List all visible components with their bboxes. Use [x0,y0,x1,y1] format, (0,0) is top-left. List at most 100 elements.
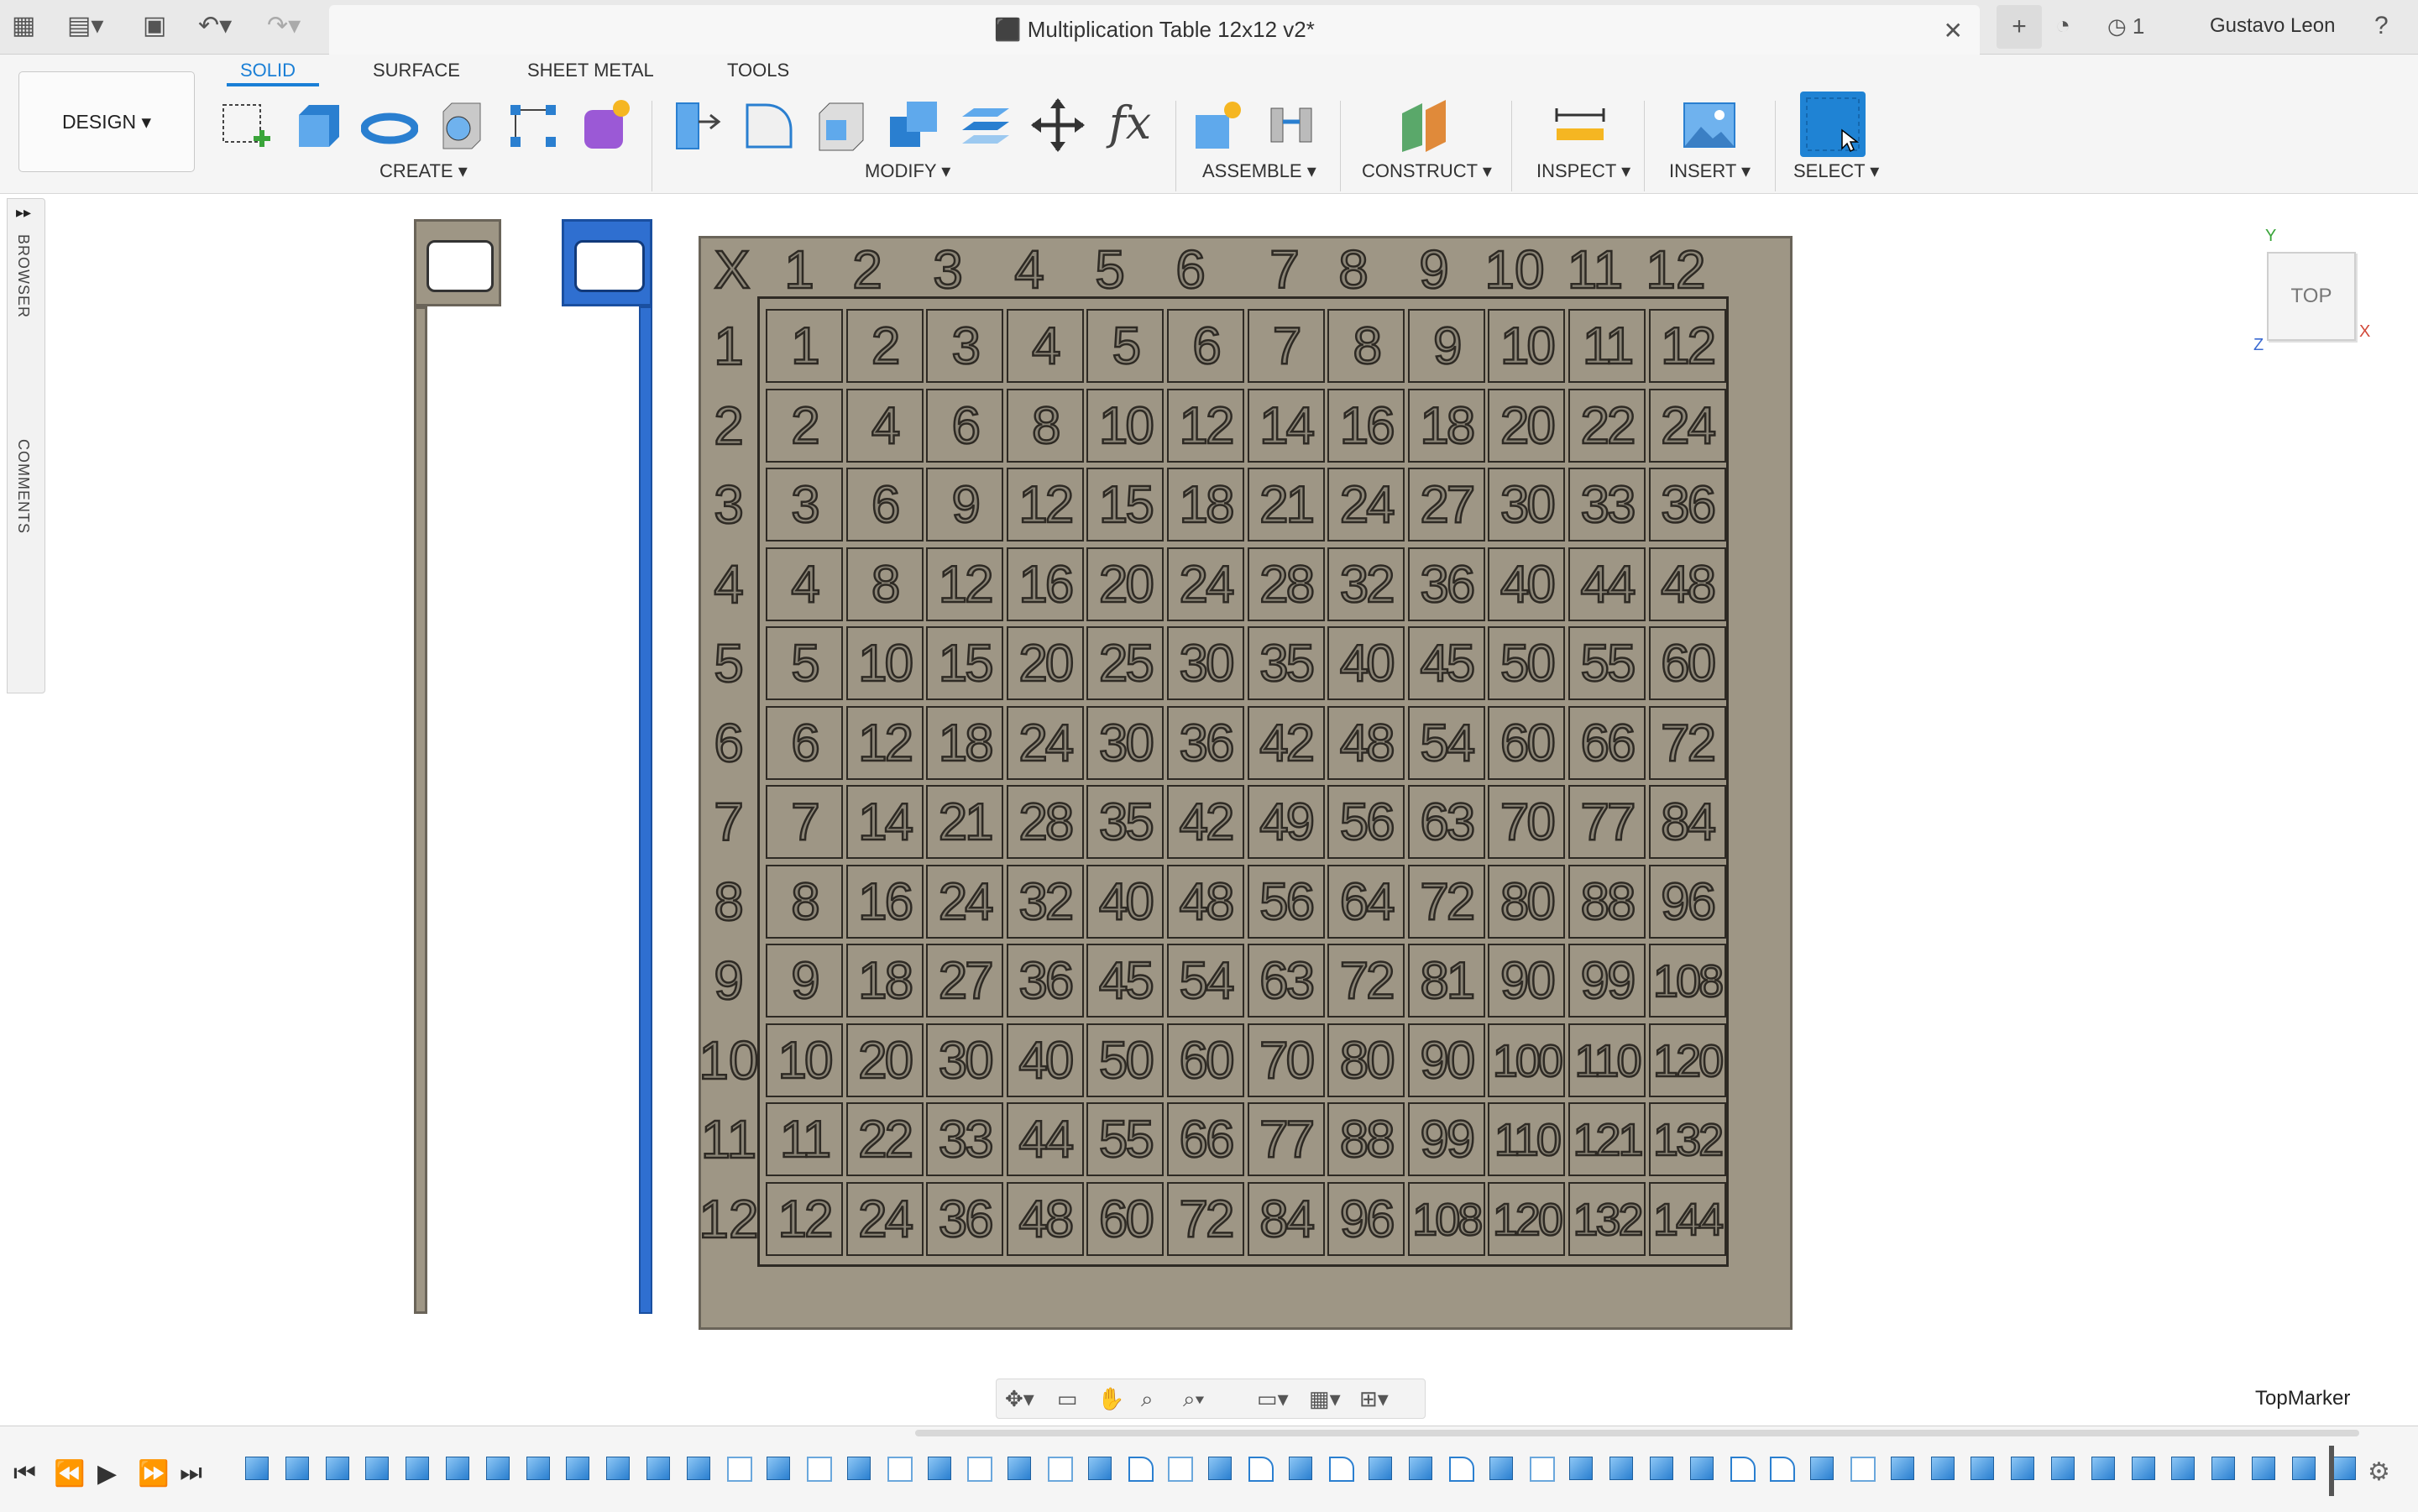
shell-icon[interactable] [813,97,870,154]
close-tab-icon[interactable]: ✕ [1944,17,1963,44]
timeline-feature-solid[interactable] [686,1457,710,1480]
timeline-feature-solid[interactable] [927,1457,951,1480]
timeline-feature-solid[interactable] [2171,1457,2196,1480]
timeline-feature-solid[interactable] [1087,1457,1112,1480]
undo-icon[interactable]: ↶▾ [198,12,232,40]
timeline-feature-solid[interactable] [2091,1457,2115,1480]
timeline-feature-solid[interactable] [2332,1457,2356,1480]
create-menu[interactable]: CREATE ▾ [379,160,468,182]
marker-body-1-head[interactable] [414,219,501,306]
go-to-end-icon[interactable]: ⏭ [180,1459,202,1488]
timeline-feature-solid[interactable] [285,1457,309,1480]
zoom-icon[interactable]: ⌕ [1141,1386,1154,1413]
browser-tab[interactable]: BROWSER [14,234,32,318]
marker-body-2-shaft-selected[interactable] [639,306,652,1314]
joint-icon[interactable] [1263,97,1320,154]
step-back-icon[interactable]: ⏪ [54,1459,85,1488]
job-status-icon[interactable]: ◷ 1 [2107,12,2144,40]
timeline-feature-sketch[interactable] [1850,1457,1876,1482]
go-to-start-icon[interactable]: ⏮ [13,1459,36,1488]
timeline-feature-sketch[interactable] [1168,1457,1194,1482]
timeline-feature-solid[interactable] [245,1457,269,1480]
insert-menu[interactable]: INSERT ▾ [1669,160,1751,182]
timeline-feature-solid[interactable] [1489,1457,1513,1480]
insert-image-icon[interactable] [1681,97,1738,154]
timeline-feature-solid[interactable] [847,1457,871,1480]
expand-panel-icon[interactable]: ▸▸ [16,204,31,222]
parameters-icon[interactable]: fx [1102,97,1159,154]
app-grid-icon[interactable]: ▦ [12,12,35,40]
help-icon[interactable]: ? [2374,12,2389,40]
display-settings-icon[interactable]: ▭▾ [1257,1386,1289,1412]
timeline-feature-solid[interactable] [1288,1457,1312,1480]
marker-body-1-shaft[interactable] [414,306,427,1314]
comments-tab[interactable]: COMMENTS [14,439,32,534]
timeline-feature-solid[interactable] [1689,1457,1714,1480]
pan-icon[interactable]: ✋ [1097,1386,1124,1412]
timeline-feature-solid[interactable] [2252,1457,2275,1480]
timeline-feature-sketch[interactable] [887,1457,913,1482]
timeline-feature-solid[interactable] [2011,1457,2035,1480]
timeline-feature-solid[interactable] [406,1457,430,1480]
timeline-feature-solid[interactable] [1810,1457,1834,1480]
timeline-feature-solid[interactable] [1930,1457,1955,1480]
timeline-feature-solid[interactable] [365,1457,390,1480]
user-name[interactable]: Gustavo Leon [2210,12,2335,40]
timeline-scrollbar[interactable] [915,1430,2359,1436]
timeline-feature-fillet[interactable] [1128,1457,1154,1482]
measure-icon[interactable] [1552,97,1609,154]
timeline-settings-icon[interactable]: ⚙ [2368,1457,2390,1487]
data-panel-icon[interactable]: ◔ [2055,12,2070,40]
create-sketch-icon[interactable] [217,97,274,154]
hole-icon[interactable] [433,97,490,154]
timeline-feature-solid[interactable] [446,1457,469,1480]
modify-menu[interactable]: MODIFY ▾ [865,160,950,182]
timeline-feature-solid[interactable] [1008,1457,1032,1480]
timeline-feature-sketch[interactable] [807,1457,833,1482]
file-menu-icon[interactable]: ▤▾ [67,12,103,40]
extrude-icon[interactable] [289,97,346,154]
step-forward-icon[interactable]: ⏩ [138,1459,169,1488]
tab-sheet-metal[interactable]: SHEET METAL [527,60,654,81]
combine-icon[interactable] [885,97,942,154]
timeline-feature-solid[interactable] [606,1457,631,1480]
timeline-feature-sketch[interactable] [1048,1457,1073,1482]
pattern-icon[interactable] [505,97,563,154]
tab-tools[interactable]: TOOLS [727,60,789,81]
timeline-feature-solid[interactable] [2291,1457,2316,1480]
fit-icon[interactable]: ⌕▾ [1183,1386,1204,1413]
timeline-feature-fillet[interactable] [1328,1457,1354,1482]
create-form-icon[interactable] [578,97,635,154]
orbit-icon[interactable]: ✥▾ [1005,1386,1034,1412]
grid-settings-icon[interactable]: ▦▾ [1309,1386,1341,1412]
timeline-feature-solid[interactable] [1208,1457,1233,1480]
viewports-icon[interactable]: ⊞▾ [1359,1386,1389,1412]
construct-menu[interactable]: CONSTRUCT ▾ [1362,160,1492,182]
select-menu[interactable]: SELECT ▾ [1793,160,1879,182]
timeline-feature-solid[interactable] [325,1457,349,1480]
timeline-feature-solid[interactable] [1650,1457,1673,1480]
timeline-feature-solid[interactable] [1409,1457,1433,1480]
timeline-feature-sketch[interactable] [726,1457,752,1482]
tab-surface[interactable]: SURFACE [373,60,460,81]
redo-icon[interactable]: ↷▾ [267,12,301,40]
tab-solid[interactable]: SOLID [240,60,296,81]
save-icon[interactable]: ▣ [143,12,166,40]
look-at-icon[interactable]: ▭ [1057,1386,1078,1412]
offset-face-icon[interactable] [957,97,1014,154]
fillet-icon[interactable] [741,97,798,154]
timeline-feature-solid[interactable] [1369,1457,1393,1480]
assemble-menu[interactable]: ASSEMBLE ▾ [1202,160,1316,182]
timeline-feature-solid[interactable] [485,1457,510,1480]
timeline-feature-fillet[interactable] [1730,1457,1756,1482]
timeline-feature-fillet[interactable] [1248,1457,1274,1482]
play-icon[interactable]: ▶ [97,1459,117,1488]
timeline-feature-solid[interactable] [1890,1457,1914,1480]
document-tab[interactable]: ⬛ Multiplication Table 12x12 v2* ✕ [329,5,1980,55]
timeline-feature-sketch[interactable] [1529,1457,1555,1482]
timeline-feature-fillet[interactable] [1449,1457,1474,1482]
move-icon[interactable] [1029,97,1086,154]
timeline-feature-solid[interactable] [2211,1457,2236,1480]
timeline-feature-solid[interactable] [646,1457,670,1480]
timeline-feature-fillet[interactable] [1770,1457,1796,1482]
